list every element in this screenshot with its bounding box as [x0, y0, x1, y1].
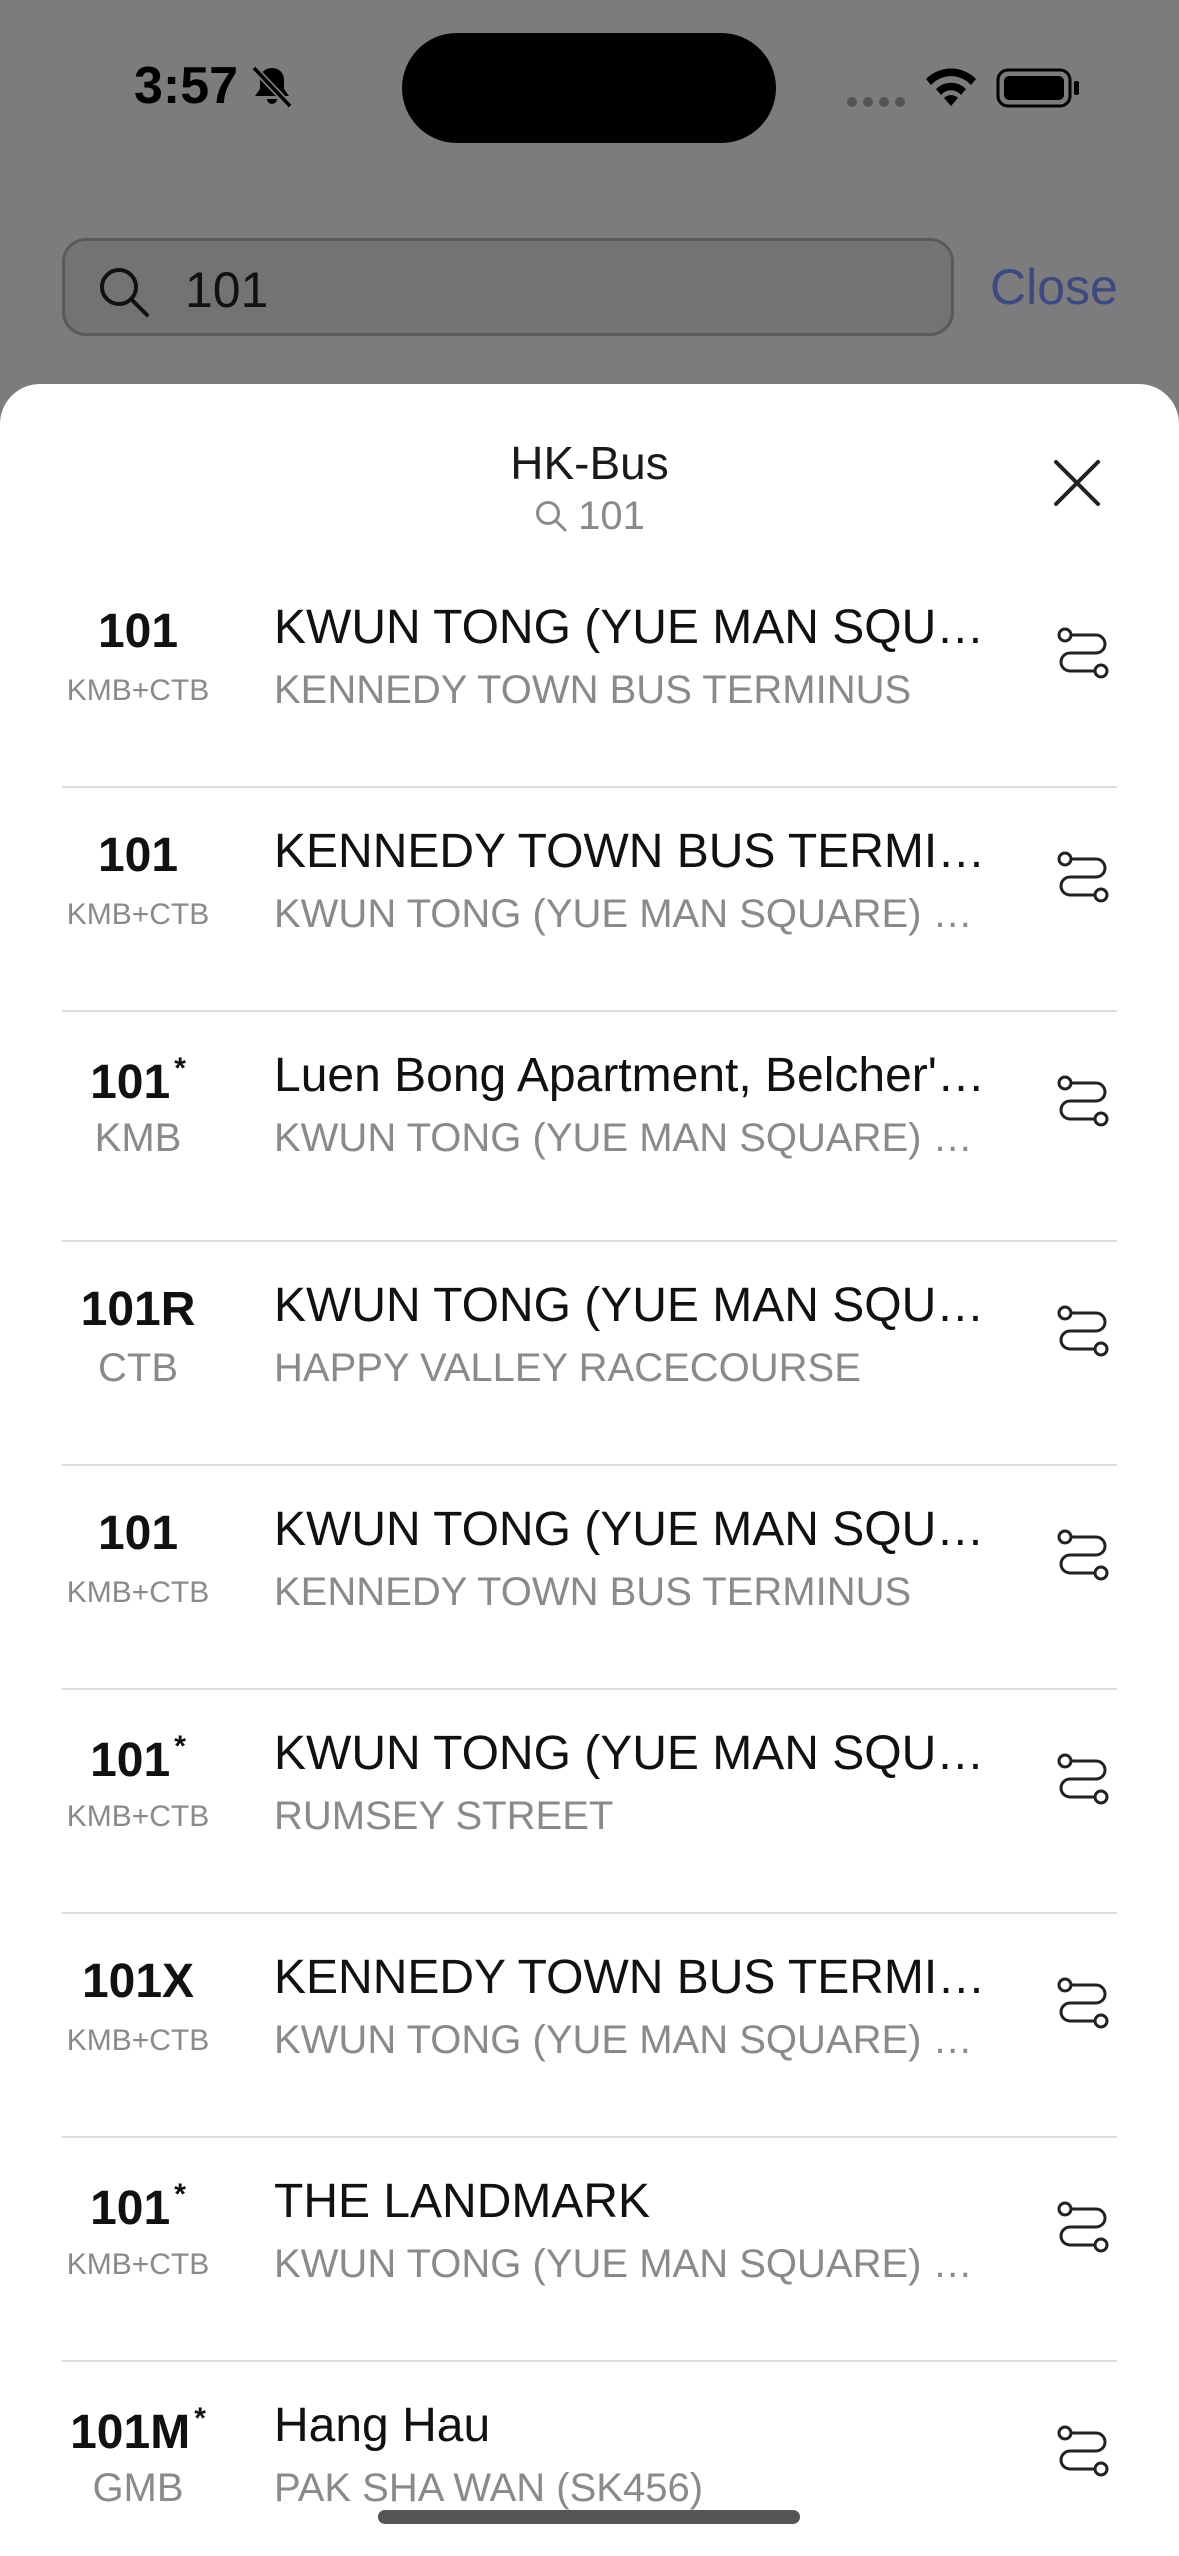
route-company: KMB+CTB	[66, 2024, 210, 2057]
route-row[interactable]: 101 KMB+CTB KWUN TONG (YUE MAN SQUARE) BUS…	[0, 1466, 1179, 1690]
route-company: KMB+CTB	[66, 1800, 210, 1833]
status-bar: 3:57	[0, 0, 1179, 170]
route-row[interactable]: 101R CTB KWUN TONG (YUE MAN SQUARE) BUS TE…	[0, 1242, 1179, 1466]
route-origin: RUMSEY STREET	[274, 1794, 614, 1838]
route-origin: KWUN TONG (YUE MAN SQUARE) BUS TERMINUS	[274, 2018, 994, 2062]
battery-icon	[996, 68, 1079, 108]
route-row[interactable]: 101* KMB+CTB KWUN TONG (YUE MAN SQUARE) BU…	[0, 1690, 1179, 1914]
route-path-icon[interactable]	[1056, 1974, 1110, 2034]
route-company: KMB+CTB	[66, 1576, 210, 1609]
route-path-icon[interactable]	[1056, 1072, 1110, 1132]
route-number: 101 *	[48, 2178, 228, 2236]
route-number: 101	[48, 828, 228, 883]
search-icon	[100, 268, 149, 317]
route-path-icon[interactable]	[1056, 1302, 1110, 1362]
route-path-icon[interactable]	[1056, 2198, 1110, 2258]
route-row[interactable]: 101 * KMB+CTB THE LANDMARK KWUN TONG (YUE MA…	[0, 2138, 1179, 2362]
route-number: 101M *	[48, 2402, 228, 2460]
route-row[interactable]: 101 KMB+CTB KENNEDY TOWN BUS TERMINUS KWUN …	[0, 788, 1179, 1012]
route-number-text: 101	[97, 1507, 179, 1560]
route-path-icon[interactable]	[1056, 1750, 1110, 1810]
route-number: 101 *	[48, 1052, 228, 1110]
route-destination: Luen Bong Apartment, Belcher's Street	[274, 1049, 994, 1102]
status-time: 3:57	[134, 57, 239, 115]
route-destination: KWUN TONG (YUE MAN SQUARE) BUS TERMINUS	[274, 1503, 994, 1556]
route-path-icon[interactable]	[1056, 624, 1110, 684]
route-destination: KENNEDY TOWN BUS TERMINUS	[274, 825, 994, 878]
route-number-text: 101	[90, 1056, 171, 1109]
route-row[interactable]: 101* KMB Luen Bong Apartment, Belcher's St…	[0, 1012, 1179, 1242]
route-destination: KWUN TONG (YUE MAN SQUARE) BUS TERMINUS	[274, 601, 994, 654]
route-number: 101	[48, 604, 228, 659]
route-origin: KENNEDY TOWN BUS TERMINUS	[274, 668, 912, 712]
route-row[interactable]: 101M * GMB Hang Hau PAK SHA WAN (SK456)	[0, 2362, 1179, 2556]
route-number-text: 101	[90, 2182, 171, 2235]
search-icon	[536, 501, 567, 532]
route-destination: KWUN TONG (YUE MAN SQUARE) BUS TERMINUS	[274, 1727, 994, 1780]
route-origin: KWUN TONG (YUE MAN SQUARE) BUS TERMINUS	[274, 2242, 994, 2286]
route-number: 101X	[48, 1954, 228, 2009]
cellular-signal-icon	[847, 97, 905, 107]
route-number-text: 101X	[81, 1955, 195, 2008]
route-company: KMB	[94, 1116, 182, 1160]
route-number-text: 101R	[80, 1283, 196, 1336]
route-origin: HAPPY VALLEY RACECOURSE	[274, 1346, 861, 1390]
route-number: 101 *	[48, 1730, 228, 1788]
search-input[interactable]: 101	[185, 261, 268, 319]
route-destination: KWUN TONG (YUE MAN SQUARE) BUS TERMINUS	[274, 1279, 994, 1332]
route-row[interactable]: 101 KMB+CTB KWUN TONG (YUE MAN SQUARE) BUS…	[0, 564, 1179, 788]
route-number-text: 101	[90, 1734, 171, 1787]
route-company: GMB	[92, 2466, 184, 2510]
route-destination: Hang Hau	[274, 2399, 491, 2452]
route-number: 101	[48, 1506, 228, 1561]
results-sheet: HK-Bus 101 101 KMB+CTB KWUN TONG (YUE MAN …	[0, 384, 1179, 2556]
bell-slash-icon	[251, 65, 293, 109]
route-path-icon[interactable]	[1056, 848, 1110, 908]
special-route-marker: *	[194, 2402, 206, 2435]
route-company: KMB+CTB	[66, 674, 210, 707]
route-company: KMB+CTB	[66, 2248, 210, 2281]
sheet-subtitle-query: 101	[578, 494, 645, 538]
route-number-text: 101	[97, 605, 179, 658]
route-origin: KENNEDY TOWN BUS TERMINUS	[274, 1570, 912, 1614]
route-path-icon[interactable]	[1056, 1526, 1110, 1586]
sheet-subtitle: 101	[0, 494, 1179, 539]
route-company: CTB	[98, 1346, 178, 1390]
route-origin: PAK SHA WAN (SK456)	[274, 2466, 704, 2510]
sheet-title: HK-Bus	[510, 437, 669, 489]
close-icon[interactable]	[1050, 456, 1104, 510]
route-path-icon[interactable]	[1056, 2422, 1110, 2482]
close-button[interactable]: Close	[990, 258, 1118, 316]
dynamic-island	[402, 33, 776, 143]
route-number-text: 101	[97, 829, 179, 882]
home-indicator[interactable]	[378, 2510, 800, 2524]
route-row[interactable]: 101X KMB+CTB KENNEDY TOWN BUS TERMINUS KWUN…	[0, 1914, 1179, 2138]
special-route-marker: *	[174, 1730, 186, 1763]
special-route-marker: *	[174, 1052, 186, 1085]
route-number: 101R	[48, 1282, 228, 1337]
route-company: KMB+CTB	[66, 898, 210, 931]
special-route-marker: *	[174, 2178, 186, 2211]
route-destination: THE LANDMARK	[274, 2175, 651, 2228]
route-destination: KENNEDY TOWN BUS TERMINUS	[274, 1951, 994, 2004]
route-origin: KWUN TONG (YUE MAN SQUARE) BUS TERMINUS	[274, 1116, 994, 1160]
route-origin: KWUN TONG (YUE MAN SQUARE) BUS TERMINUS	[274, 892, 994, 936]
route-list: 101 KMB+CTB KWUN TONG (YUE MAN SQUARE) BUS…	[0, 564, 1179, 2556]
wifi-icon	[926, 68, 976, 106]
route-number-text: 101M	[70, 2406, 191, 2459]
search-field[interactable]: 101	[62, 238, 954, 336]
